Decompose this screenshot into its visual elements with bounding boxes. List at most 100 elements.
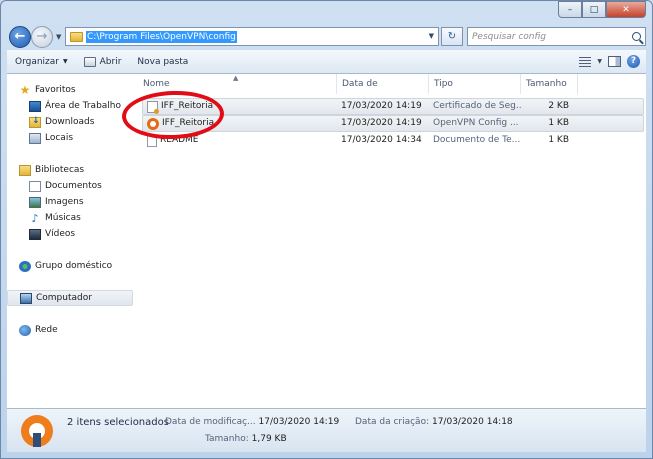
new-folder-label: Nova pasta	[137, 56, 189, 67]
caption-buttons: – □ ✕	[558, 1, 646, 18]
details-created: Data da criação: 17/03/2020 14:18	[355, 417, 513, 427]
file-size: 1 KB	[548, 118, 569, 128]
column-label: Tipo	[434, 79, 453, 89]
sidebar-item-label: Vídeos	[45, 229, 76, 239]
open-icon	[83, 56, 96, 67]
images-icon	[29, 196, 41, 208]
column-label: Tamanho	[526, 79, 567, 89]
sidebar-item-documents[interactable]: Documentos	[7, 178, 133, 194]
file-date: 17/03/2020 14:19	[341, 118, 422, 128]
details-modified-value: 17/03/2020 14:19	[258, 417, 340, 427]
command-bar: Organizar ▼ Abrir Nova pasta ▼ ?	[7, 50, 646, 74]
column-headers: ▲ Nome Data de modificaç... Tipo Tamanho	[138, 74, 646, 109]
file-type: OpenVPN Config ...	[433, 118, 519, 128]
sidebar-item-network[interactable]: Rede	[7, 322, 133, 338]
desktop-icon	[29, 100, 41, 112]
sidebar-item-places[interactable]: Locais	[7, 130, 133, 146]
sidebar-item-desktop[interactable]: Área de Trabalho	[7, 98, 133, 114]
command-bar-right: ▼ ?	[579, 55, 646, 68]
address-dropdown-icon[interactable]: ▼	[429, 32, 434, 40]
downloads-icon	[29, 116, 41, 128]
details-pane: 2 itens selecionados Data de modificaç..…	[7, 408, 646, 452]
change-view-icon[interactable]	[579, 56, 592, 67]
chevron-down-icon: ▼	[63, 58, 68, 65]
sidebar-item-music[interactable]: ♪ Músicas	[7, 210, 133, 226]
file-size: 2 KB	[548, 101, 569, 111]
homegroup-icon	[19, 260, 31, 272]
file-date: 17/03/2020 14:19	[341, 101, 422, 111]
explorer-window: – □ ✕ ← → ▼ C:\Program Files\OpenVPN\con…	[0, 0, 653, 459]
open-button[interactable]: Abrir	[76, 50, 130, 73]
sidebar-item-label: Computador	[36, 293, 92, 303]
forward-button[interactable]: →	[31, 26, 53, 48]
column-header-date-modified[interactable]: Data de modificaç...	[337, 74, 429, 109]
address-path[interactable]: C:\Program Files\OpenVPN\config	[86, 30, 237, 43]
file-size: 1 KB	[548, 135, 569, 145]
sidebar-item-libraries[interactable]: Bibliotecas	[7, 162, 133, 178]
network-group: Rede	[7, 322, 133, 338]
search-box[interactable]: Pesquisar config	[467, 27, 646, 46]
back-button[interactable]: ←	[9, 26, 31, 48]
sort-ascending-icon: ▲	[233, 74, 239, 82]
organize-button[interactable]: Organizar ▼	[7, 50, 76, 73]
sidebar-item-label: Área de Trabalho	[45, 101, 122, 111]
sidebar-item-label: Músicas	[45, 213, 81, 223]
computer-group: Computador	[7, 290, 133, 306]
search-icon[interactable]	[632, 32, 641, 41]
file-row-readme[interactable]: README 17/03/2020 14:34 Documento de Te.…	[142, 132, 644, 149]
sidebar-item-homegroup[interactable]: Grupo doméstico	[7, 258, 133, 274]
help-icon[interactable]: ?	[627, 55, 640, 68]
file-date: 17/03/2020 14:34	[341, 135, 422, 145]
homegroup-group: Grupo doméstico	[7, 258, 133, 274]
details-size-label: Tamanho:	[205, 434, 249, 444]
sidebar-item-label: Rede	[35, 325, 58, 335]
recent-pages-dropdown-icon[interactable]: ▼	[56, 33, 61, 41]
navigation-bar: ← → ▼ C:\Program Files\OpenVPN\config ▼ …	[7, 25, 646, 48]
details-size: Tamanho: 1,79 KB	[205, 434, 287, 444]
sidebar-item-label: Downloads	[45, 117, 95, 127]
column-header-type[interactable]: Tipo	[429, 74, 521, 94]
sidebar-item-images[interactable]: Imagens	[7, 194, 133, 210]
details-modified: Data de modificaç... 17/03/2020 14:19	[165, 417, 339, 427]
favorites-group: ★ Favoritos Área de Trabalho Downloads L…	[7, 82, 133, 146]
content-area: ★ Favoritos Área de Trabalho Downloads L…	[7, 74, 646, 408]
libraries-icon	[19, 164, 31, 176]
new-folder-button[interactable]: Nova pasta	[129, 50, 196, 73]
sidebar-item-computer[interactable]: Computador	[7, 290, 133, 306]
sidebar-item-label: Bibliotecas	[35, 165, 85, 175]
sidebar-item-label: Favoritos	[35, 85, 76, 95]
column-label: Nome	[143, 79, 170, 89]
details-created-label: Data da criação:	[355, 417, 430, 427]
maximize-button[interactable]: □	[582, 1, 606, 18]
sidebar-item-label: Documentos	[45, 181, 102, 191]
navigation-pane: ★ Favoritos Área de Trabalho Downloads L…	[7, 74, 133, 408]
view-options-dropdown-icon[interactable]: ▼	[597, 58, 602, 65]
details-size-value: 1,79 KB	[251, 434, 287, 444]
music-icon: ♪	[31, 211, 39, 225]
sidebar-item-downloads[interactable]: Downloads	[7, 114, 133, 130]
open-label: Abrir	[99, 56, 122, 67]
close-button[interactable]: ✕	[606, 1, 646, 18]
preview-pane-icon[interactable]	[608, 56, 621, 67]
documents-icon	[29, 180, 41, 192]
sidebar-item-label: Grupo doméstico	[35, 261, 113, 271]
file-type: Documento de Te...	[433, 135, 521, 145]
selection-count: 2 itens selecionados	[67, 417, 169, 428]
sidebar-item-label: Imagens	[45, 197, 84, 207]
videos-icon	[29, 228, 41, 240]
refresh-button[interactable]: ↻	[441, 27, 463, 46]
details-modified-label: Data de modificaç...	[165, 417, 256, 427]
folder-icon	[70, 31, 83, 42]
sidebar-item-favorites[interactable]: ★ Favoritos	[7, 82, 133, 98]
sidebar-item-videos[interactable]: Vídeos	[7, 226, 133, 242]
minimize-button[interactable]: –	[558, 1, 582, 18]
libraries-group: Bibliotecas Documentos Imagens ♪ Músicas…	[7, 162, 133, 242]
organize-label: Organizar	[15, 56, 59, 67]
address-bar[interactable]: C:\Program Files\OpenVPN\config ▼	[65, 27, 439, 46]
sidebar-item-label: Locais	[45, 133, 74, 143]
column-header-size[interactable]: Tamanho	[521, 74, 578, 94]
network-icon	[19, 324, 31, 336]
file-type: Certificado de Seg...	[433, 101, 521, 111]
star-icon: ★	[19, 82, 31, 97]
search-input[interactable]: Pesquisar config	[472, 32, 546, 42]
